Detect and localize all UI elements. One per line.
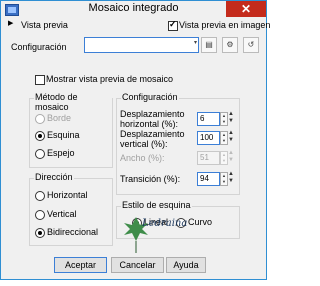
width-input[interactable]: 51 bbox=[197, 151, 220, 165]
save-preset-button[interactable]: ▤ bbox=[201, 37, 217, 53]
transition-spinner[interactable]: ▲ ▼ bbox=[220, 172, 228, 186]
reset-icon: ↺ bbox=[247, 40, 255, 49]
direction-title: Dirección bbox=[34, 172, 74, 182]
reset-button[interactable]: ↺ bbox=[243, 37, 259, 53]
radio-mirror[interactable] bbox=[35, 149, 45, 159]
vertical-offset-spinner[interactable]: ▲ ▼ bbox=[220, 131, 228, 145]
radio-corner[interactable] bbox=[35, 131, 45, 141]
show-mosaic-preview-checkbox[interactable] bbox=[35, 75, 45, 85]
width-spinner[interactable]: ▲ ▼ bbox=[220, 151, 228, 165]
chevron-down-icon: ▾ bbox=[193, 40, 197, 46]
preview-on-image-label: Vista previa en imagen bbox=[179, 20, 271, 30]
settings-title: Configuración bbox=[121, 92, 179, 102]
config-label: Configuración bbox=[11, 42, 67, 52]
corner-style-title: Estilo de esquina bbox=[121, 200, 192, 210]
width-arrows-icon[interactable]: ▲ ▼ bbox=[228, 150, 234, 164]
radio-edge-label: Borde bbox=[47, 113, 72, 123]
vertical-offset-arrows-icon[interactable]: ▲ ▼ bbox=[228, 130, 234, 144]
horizontal-offset-arrows-icon[interactable]: ▲ ▼ bbox=[228, 111, 234, 125]
transition-input[interactable]: 94 bbox=[197, 172, 220, 186]
horizontal-offset-input[interactable]: 6 bbox=[197, 112, 220, 126]
width-label: Ancho (%): bbox=[120, 153, 165, 163]
radio-vertical-label: Vertical bbox=[47, 209, 77, 219]
manage-presets-button[interactable]: ⚙ bbox=[222, 37, 238, 53]
save-icon: ▤ bbox=[205, 40, 213, 49]
gear-icon: ⚙ bbox=[226, 40, 234, 49]
radio-horizontal-label: Horizontal bbox=[47, 190, 88, 200]
radio-mirror-label: Espejo bbox=[47, 148, 75, 158]
tiling-method-title: Método de mosaico bbox=[34, 92, 112, 112]
preview-on-image-checkbox[interactable] bbox=[168, 19, 178, 31]
transition-arrows-icon[interactable]: ▲ ▼ bbox=[228, 171, 234, 185]
dialog-window: Mosaico integrado ✕ ▶ Vista previa Vista… bbox=[0, 0, 270, 280]
accept-button[interactable]: Aceptar bbox=[54, 257, 107, 273]
cancel-button[interactable]: Cancelar bbox=[111, 257, 164, 273]
config-dropdown[interactable]: ▾ bbox=[84, 37, 199, 53]
close-icon: ✕ bbox=[240, 2, 252, 16]
horizontal-offset-spinner[interactable]: ▲ ▼ bbox=[220, 112, 228, 126]
radio-horizontal[interactable] bbox=[35, 191, 45, 201]
show-mosaic-preview-label: Mostrar vista previa de mosaico bbox=[46, 74, 174, 84]
radio-corner-label: Esquina bbox=[47, 130, 80, 140]
radio-edge[interactable] bbox=[35, 114, 45, 124]
direction-group: Dirección Horizontal Vertical Bidireccio… bbox=[29, 172, 113, 246]
radio-bidirectional-label: Bidireccional bbox=[47, 227, 99, 237]
horizontal-offset-label: Desplazamiento horizontal (%): bbox=[120, 109, 185, 129]
radio-bidirectional[interactable] bbox=[35, 228, 45, 238]
title-bar: Mosaico integrado ✕ bbox=[1, 1, 266, 18]
tiling-method-group: Método de mosaico Borde Esquina Espejo bbox=[29, 92, 113, 168]
radio-vertical[interactable] bbox=[35, 210, 45, 220]
preview-toggle-label[interactable]: Vista previa bbox=[21, 20, 68, 30]
preview-row: ▶ Vista previa Vista previa en imagen bbox=[1, 19, 270, 32]
watermark-signature: Ledraina bbox=[142, 218, 188, 229]
transition-label: Transición (%): bbox=[120, 174, 181, 184]
help-button[interactable]: Ayuda bbox=[166, 257, 206, 273]
settings-group: Configuración Desplazamiento horizontal … bbox=[116, 92, 240, 195]
close-button[interactable]: ✕ bbox=[226, 1, 266, 17]
vertical-offset-label: Desplazamiento vertical (%): bbox=[120, 129, 185, 149]
expand-arrow-icon[interactable]: ▶ bbox=[8, 19, 13, 27]
vertical-offset-input[interactable]: 100 bbox=[197, 131, 220, 145]
